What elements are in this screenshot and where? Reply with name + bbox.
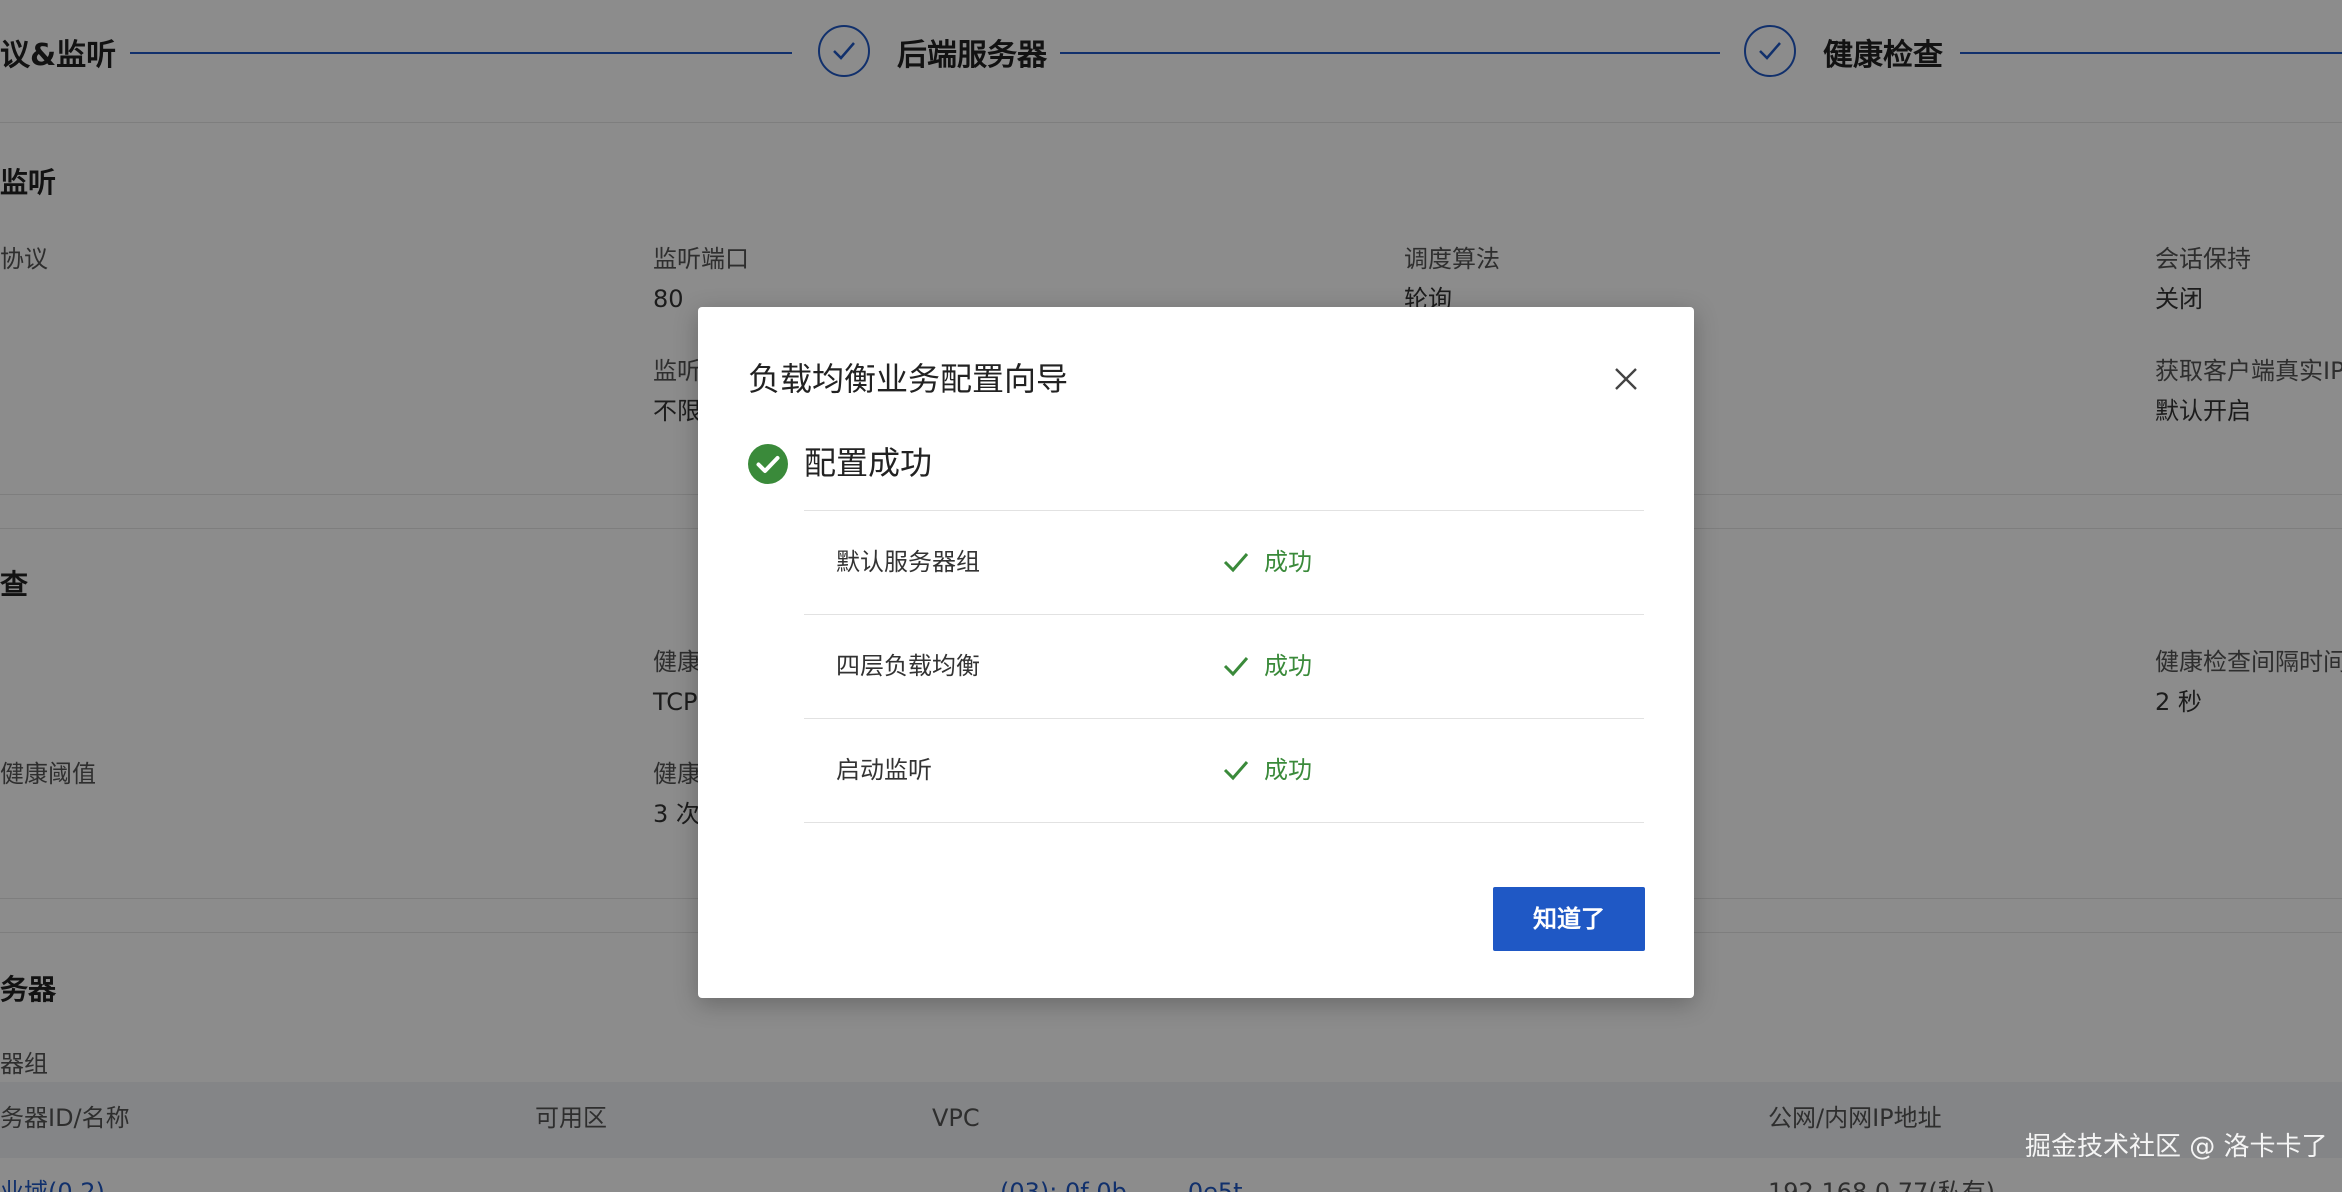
confirm-button[interactable]: 知道了 — [1493, 887, 1645, 951]
close-icon[interactable] — [1608, 361, 1644, 397]
check-icon — [1222, 550, 1250, 574]
result-name: 四层负载均衡 — [836, 652, 980, 680]
result-status: 成功 — [1264, 756, 1312, 784]
result-name: 默认服务器组 — [836, 548, 980, 576]
result-name: 启动监听 — [836, 756, 932, 784]
watermark: 掘金技术社区 @ 洛卡卡了 — [2025, 1132, 2328, 1162]
config-wizard-dialog: 负载均衡业务配置向导 配置成功 默认服务器组 成功 四层负载均衡 成功 启动监听… — [698, 307, 1694, 998]
page: 议&监听 后端服务器 健康检查 监听 协议 监听端口 80 调度算法 轮询 会话… — [0, 0, 2342, 1192]
list-item: 启动监听 成功 — [804, 718, 1644, 823]
result-status: 成功 — [1264, 548, 1312, 576]
check-icon — [1222, 654, 1250, 678]
list-item: 默认服务器组 成功 — [804, 510, 1644, 614]
success-title: 配置成功 — [804, 444, 933, 482]
check-icon — [1222, 758, 1250, 782]
dialog-title: 负载均衡业务配置向导 — [748, 360, 1069, 398]
list-item: 四层负载均衡 成功 — [804, 614, 1644, 718]
result-status: 成功 — [1264, 652, 1312, 680]
result-list: 默认服务器组 成功 四层负载均衡 成功 启动监听 成功 — [804, 510, 1644, 823]
success-check-circle-icon — [748, 444, 788, 484]
